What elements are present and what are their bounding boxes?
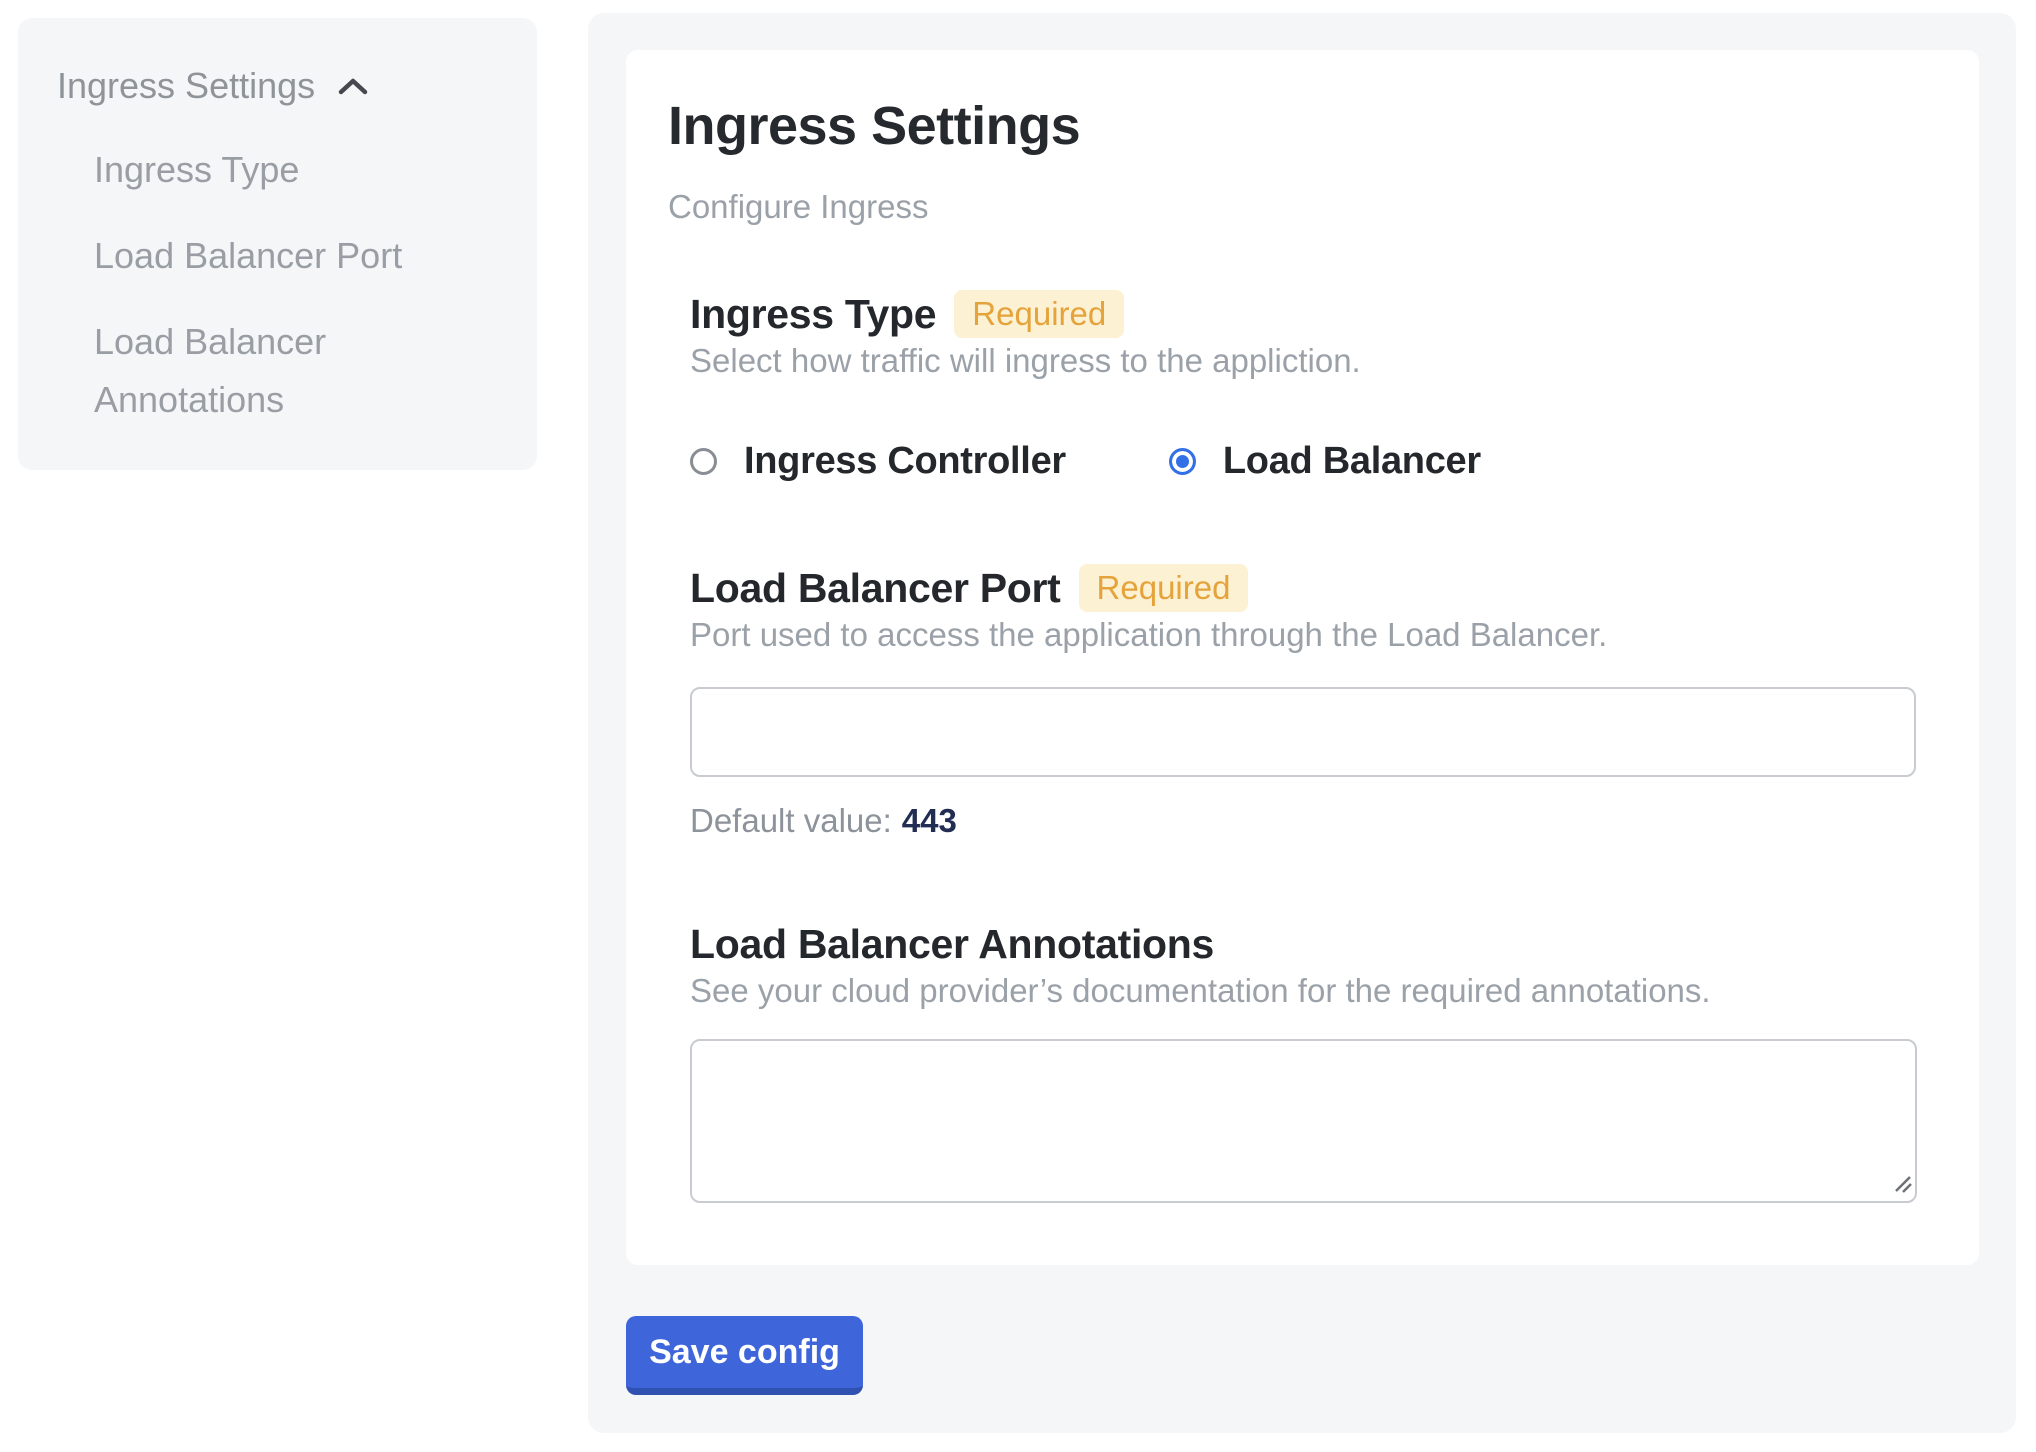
settings-nav: Ingress Settings Ingress Type Load Balan… [18,18,537,470]
field-description: Port used to access the application thro… [690,615,1916,655]
settings-panel: Ingress Settings Configure Ingress Ingre… [588,13,2016,1433]
field-ingress-type-header: Ingress Type Required [690,289,1916,339]
nav-group-label: Ingress Settings [57,64,315,108]
load-balancer-port-input[interactable] [690,687,1916,777]
default-value-line: Default value: 443 [690,801,1916,841]
chevron-up-icon[interactable] [337,64,369,108]
load-balancer-annotations-textarea[interactable] [690,1039,1917,1203]
resize-handle-icon[interactable] [1890,1171,1912,1198]
field-label: Load Balancer Annotations [690,919,1214,969]
field-description: Select how traffic will ingress to the a… [690,341,1916,381]
form-fields: Ingress Type Required Select how traffic… [690,289,1916,1203]
field-load-balancer-annotations-header: Load Balancer Annotations [690,919,1916,969]
nav-group-ingress-settings[interactable]: Ingress Settings [57,64,507,108]
page-title: Ingress Settings [668,95,1916,157]
nav-item-load-balancer-annotations[interactable]: Load Balancer Annotations [94,313,466,429]
radio-checked-icon[interactable] [1169,448,1196,475]
radio-label: Ingress Controller [744,437,1066,485]
nav-items: Ingress Type Load Balancer Port Load Bal… [94,141,466,429]
nav-item-ingress-type[interactable]: Ingress Type [94,141,466,199]
field-load-balancer-annotations: Load Balancer Annotations See your cloud… [690,919,1916,1203]
default-value: 443 [902,802,957,839]
field-description: See your cloud provider’s documentation … [690,971,1916,1011]
save-config-button[interactable]: Save config [626,1316,863,1395]
required-badge: Required [954,290,1124,338]
radio-option-ingress-controller[interactable]: Ingress Controller [690,437,1066,485]
page-subtitle: Configure Ingress [668,187,1916,227]
radio-option-load-balancer[interactable]: Load Balancer [1169,437,1481,485]
field-ingress-type: Ingress Type Required Select how traffic… [690,289,1916,485]
field-load-balancer-port-header: Load Balancer Port Required [690,563,1916,613]
annotations-textarea-wrap [690,1039,1917,1203]
ingress-type-options: Ingress Controller Load Balancer [690,437,1916,485]
radio-unchecked-icon[interactable] [690,448,717,475]
field-label: Ingress Type [690,289,936,339]
ingress-settings-card: Ingress Settings Configure Ingress Ingre… [626,50,1979,1265]
radio-label: Load Balancer [1223,437,1481,485]
nav-item-load-balancer-port[interactable]: Load Balancer Port [94,227,466,285]
field-label: Load Balancer Port [690,563,1061,613]
required-badge: Required [1079,564,1249,612]
field-load-balancer-port: Load Balancer Port Required Port used to… [690,563,1916,841]
default-value-label: Default value: [690,802,892,839]
